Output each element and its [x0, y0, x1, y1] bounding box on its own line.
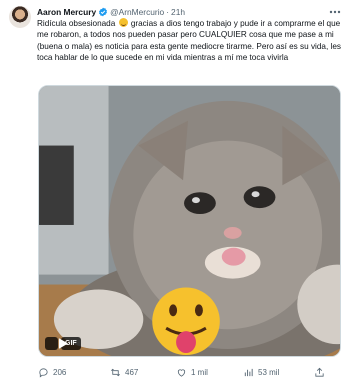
like-count: 1 mil	[191, 368, 208, 377]
laughing-emoji-icon	[118, 18, 128, 27]
timestamp[interactable]: 21h	[171, 7, 185, 17]
like-button[interactable]: 1 mil	[176, 367, 208, 378]
views-button[interactable]: 53 mil	[243, 367, 279, 378]
repost-button[interactable]: 467	[110, 367, 138, 378]
more-icon[interactable]	[328, 7, 342, 17]
play-icon[interactable]	[45, 337, 69, 350]
reply-icon	[39, 368, 48, 378]
tweet-text-part-1: Ridícula obsesionada	[37, 19, 116, 28]
heart-icon	[177, 369, 186, 377]
author-name[interactable]: Aaron Mercury	[37, 7, 96, 17]
tweet[interactable]: Aaron Mercury @ArnMercurio · 21h Ridícul…	[0, 0, 350, 388]
share-icon	[315, 367, 324, 377]
verified-badge-icon	[98, 7, 108, 17]
views-count: 53 mil	[258, 368, 280, 377]
repost-icon	[111, 368, 120, 377]
views-icon	[244, 368, 253, 377]
reply-count: 206	[53, 368, 67, 377]
separator: ·	[166, 7, 170, 17]
kitten-image	[39, 86, 340, 356]
tweet-actions: 206 467 1 mil 53 mil	[38, 367, 338, 381]
tweet-media-gif[interactable]: GIF	[38, 85, 341, 357]
share-button[interactable]	[314, 367, 325, 378]
avatar[interactable]	[9, 6, 31, 28]
tweet-text: Ridícula obsesionada gracias a dios teng…	[37, 18, 342, 63]
gif-controls: GIF	[45, 337, 81, 350]
author-handle[interactable]: @ArnMercurio	[110, 7, 164, 17]
tongue-emoji-icon	[152, 287, 220, 356]
tweet-header: Aaron Mercury @ArnMercurio · 21h	[37, 5, 342, 19]
repost-count: 467	[125, 368, 139, 377]
reply-button[interactable]: 206	[38, 367, 66, 378]
